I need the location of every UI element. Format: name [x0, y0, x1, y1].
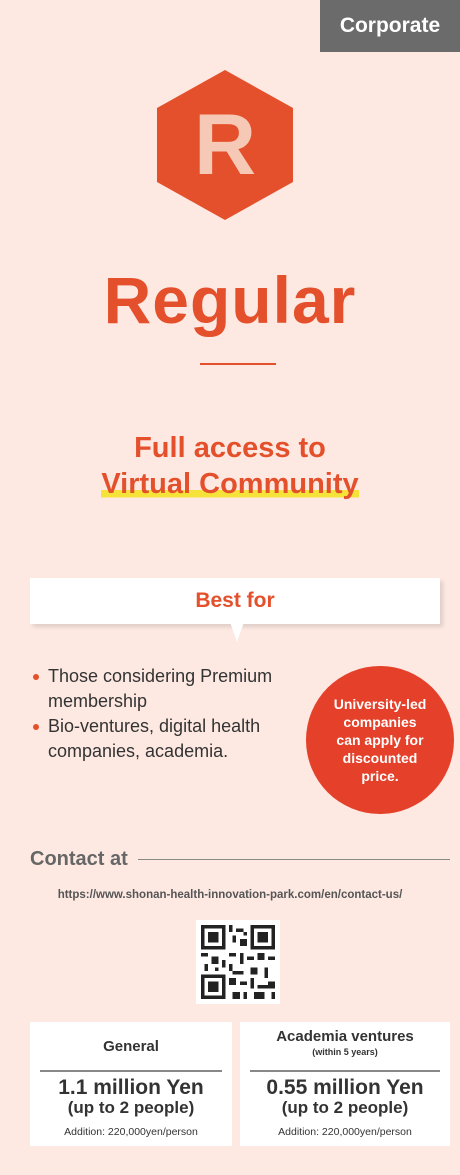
- price-amount: 1.1 million Yen: [58, 1076, 204, 1099]
- contact-divider: [137, 859, 450, 860]
- price-amount: 0.55 million Yen: [266, 1076, 424, 1099]
- contact-label: Contact at: [30, 848, 128, 870]
- title-divider: [200, 363, 276, 365]
- price-card-divider: [250, 1070, 440, 1072]
- price-card-heading: Academia ventures: [276, 1028, 414, 1045]
- price-card-heading: General: [103, 1038, 159, 1055]
- qr-code-icon: [201, 925, 275, 999]
- logo-letter: R: [194, 97, 256, 193]
- discount-badge: University-led companies can apply for d…: [306, 666, 454, 814]
- best-for-pointer: [230, 622, 244, 642]
- qr-code[interactable]: [196, 920, 280, 1004]
- price-addition: Addition: 220,000yen/person: [64, 1126, 198, 1138]
- hexagon-r-logo-icon: R: [157, 70, 293, 220]
- list-item: Those considering Premium membership: [30, 664, 280, 714]
- plan-title: Regular: [103, 263, 357, 337]
- price-card-general: General 1.1 million Yen (up to 2 people)…: [30, 1022, 232, 1146]
- discount-badge-text: University-led companies can apply for d…: [333, 696, 427, 784]
- corporate-tag: Corporate: [320, 0, 460, 52]
- price-people: (up to 2 people): [67, 1098, 195, 1117]
- subtitle-line-1: Full access to: [134, 432, 326, 464]
- best-for-banner: Best for: [30, 578, 440, 624]
- contact-url-link[interactable]: https://www.shonan-health-innovation-par…: [0, 889, 460, 901]
- price-people: (up to 2 people): [281, 1098, 409, 1117]
- price-card-subheading: (within 5 years): [312, 1047, 378, 1057]
- list-item: Bio-ventures, digital health companies, …: [30, 714, 280, 764]
- price-card-divider: [40, 1070, 222, 1072]
- subtitle-line-2: Virtual Community: [101, 468, 359, 500]
- best-for-list: Those considering Premium membership Bio…: [30, 664, 280, 764]
- plan-subtitle: Full access to Virtual Community: [0, 430, 460, 502]
- contact-header: Contact at: [30, 848, 450, 871]
- price-card-academia: Academia ventures (within 5 years) 0.55 …: [240, 1022, 450, 1146]
- price-addition: Addition: 220,000yen/person: [278, 1126, 412, 1138]
